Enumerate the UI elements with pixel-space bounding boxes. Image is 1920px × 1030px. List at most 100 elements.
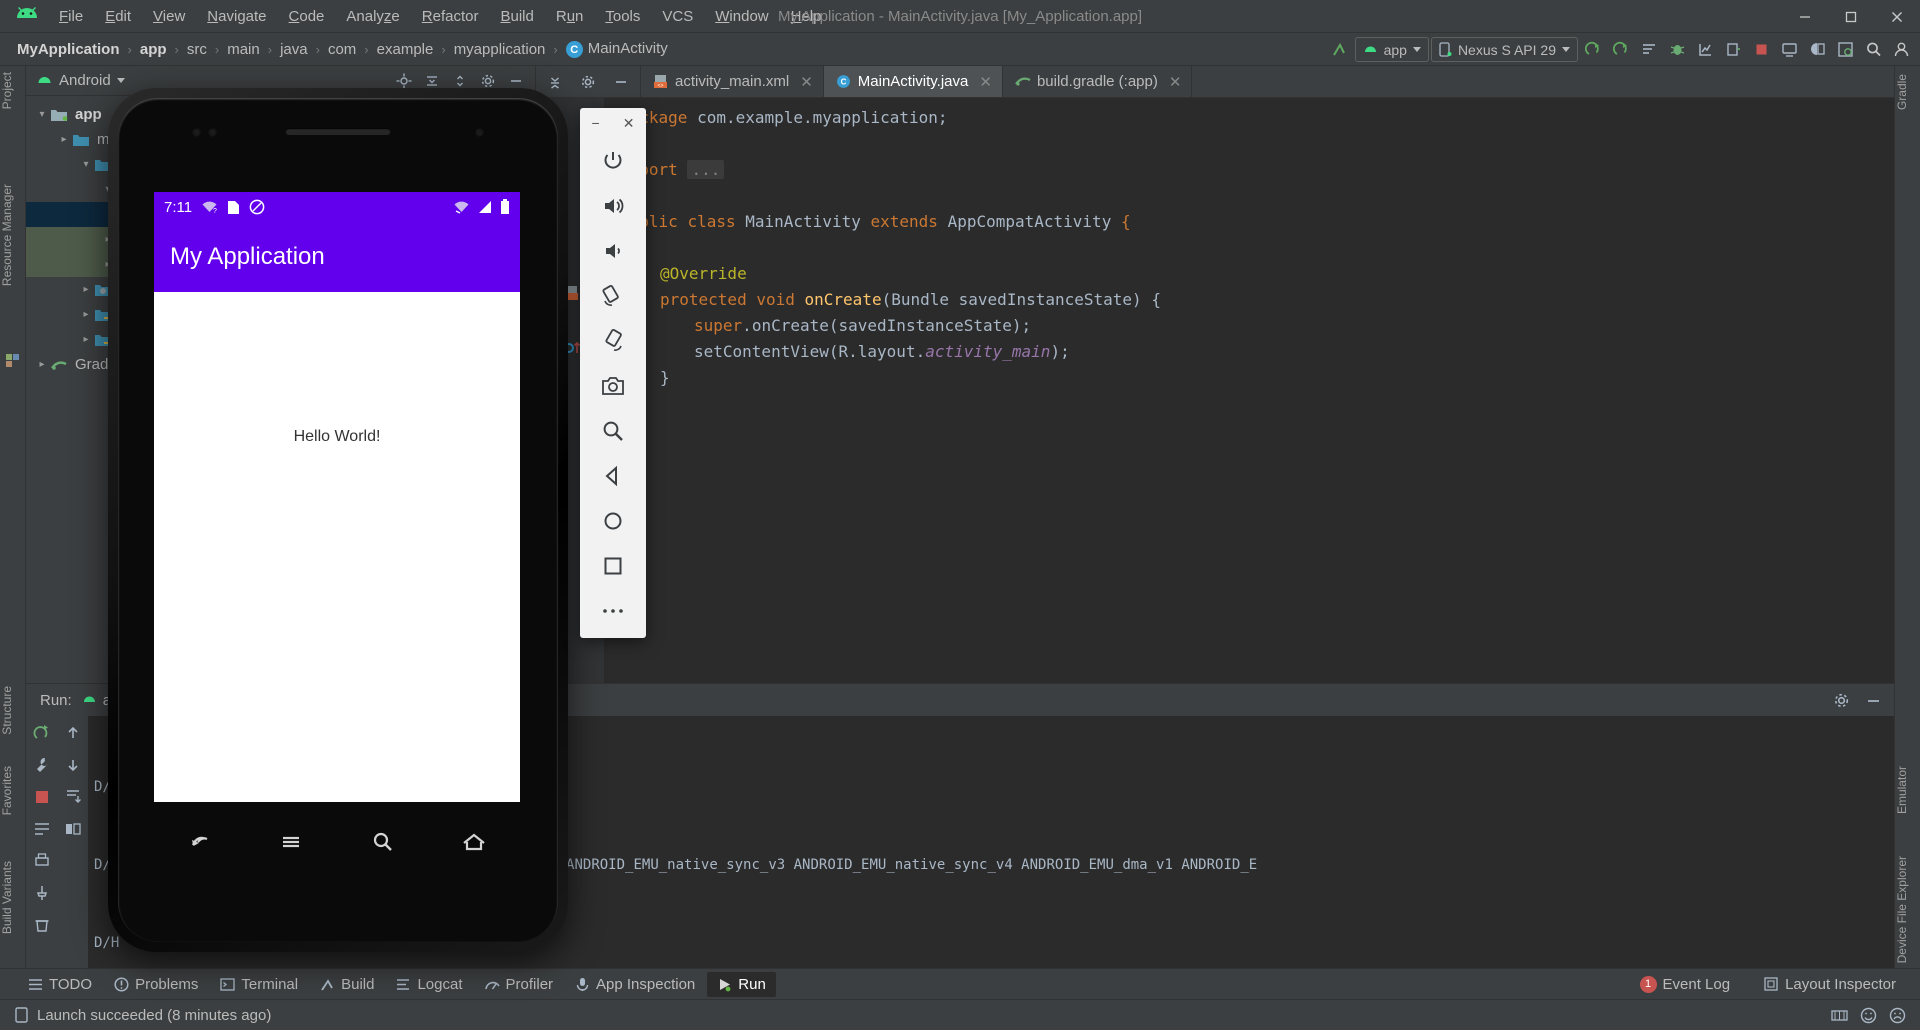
device-selector[interactable]: Nexus S API 29: [1430, 37, 1578, 62]
memory-icon[interactable]: [1831, 1008, 1848, 1023]
menu-code[interactable]: Code: [278, 5, 336, 28]
layout-inspector-button[interactable]: Layout Inspector: [1754, 972, 1906, 997]
toolwindow-run[interactable]: Run: [707, 971, 776, 997]
smiley-icon[interactable]: [1860, 1007, 1877, 1024]
back-icon[interactable]: [591, 453, 635, 498]
stop-icon[interactable]: [1748, 37, 1774, 63]
scroll-to-end-icon[interactable]: [62, 786, 84, 808]
rotate-right-icon[interactable]: [591, 318, 635, 363]
print-icon[interactable]: [31, 850, 53, 872]
home-icon[interactable]: [459, 827, 489, 857]
scroll-up-icon[interactable]: [62, 722, 84, 744]
sidebar-structure[interactable]: Structure: [0, 686, 26, 735]
layout-grid-icon[interactable]: [62, 818, 84, 840]
module-selector[interactable]: app: [1354, 37, 1429, 62]
settings-gear-icon[interactable]: [575, 69, 601, 95]
power-icon[interactable]: [591, 138, 635, 183]
hide-editor-icon[interactable]: [608, 69, 634, 95]
soft-wrap-icon[interactable]: [31, 818, 53, 840]
run-icon[interactable]: [1580, 37, 1606, 63]
breadcrumb-item-app[interactable]: app: [135, 39, 172, 60]
toolwindow-problems[interactable]: Problems: [104, 972, 208, 997]
sidebar-resource-manager[interactable]: Resource Manager: [0, 184, 26, 286]
toolwindow-profiler[interactable]: Profiler: [475, 972, 564, 997]
menu-navigate[interactable]: Navigate: [196, 5, 277, 28]
scroll-down-icon[interactable]: [62, 754, 84, 776]
chevron-right-icon[interactable]: ▸: [56, 132, 72, 148]
rerun-icon[interactable]: [1608, 37, 1634, 63]
menu-view[interactable]: View: [142, 5, 196, 28]
chevron-right-icon[interactable]: ▸: [78, 282, 94, 298]
menu-tools[interactable]: Tools: [594, 5, 651, 28]
close-icon[interactable]: ✕: [800, 73, 813, 91]
avd-manager-icon[interactable]: [1776, 37, 1802, 63]
menu-file[interactable]: File: [48, 5, 94, 28]
overview-square-icon[interactable]: [591, 543, 635, 588]
zoom-icon[interactable]: [591, 408, 635, 453]
pin-icon[interactable]: [31, 882, 53, 904]
apply-changes-icon[interactable]: [1636, 37, 1662, 63]
menu-build[interactable]: Build: [489, 5, 544, 28]
volume-down-icon[interactable]: [591, 228, 635, 273]
sdk-manager-icon[interactable]: [1804, 37, 1830, 63]
menu-analyze[interactable]: Analyze: [335, 5, 410, 28]
menu-refactor[interactable]: Refactor: [411, 5, 490, 28]
chevron-down-icon[interactable]: ▾: [34, 107, 50, 123]
stop-icon[interactable]: [31, 786, 53, 808]
app-content-area[interactable]: Hello World!: [154, 292, 520, 802]
more-options-icon[interactable]: [591, 588, 635, 633]
search-icon[interactable]: [368, 827, 398, 857]
debug-icon[interactable]: [1664, 37, 1690, 63]
volume-up-icon[interactable]: [591, 183, 635, 228]
toolwindow-logcat[interactable]: Logcat: [386, 972, 472, 997]
emulator-minimize-button[interactable]: −: [592, 115, 600, 131]
menu-vcs[interactable]: VCS: [651, 5, 704, 28]
tab-mainactivity-java[interactable]: C MainActivity.java ✕: [823, 66, 1003, 97]
home-circle-icon[interactable]: [591, 498, 635, 543]
minimize-icon[interactable]: [1860, 687, 1886, 713]
rotate-left-icon[interactable]: [591, 273, 635, 318]
wrench-icon[interactable]: [31, 754, 53, 776]
attach-debugger-icon[interactable]: [1720, 37, 1746, 63]
breadcrumb-item-mainactivity[interactable]: C MainActivity: [561, 38, 673, 61]
sidebar-project[interactable]: Project: [0, 72, 26, 109]
breadcrumb-item-java[interactable]: java: [275, 39, 313, 60]
screenshot-camera-icon[interactable]: [591, 363, 635, 408]
chevron-down-icon[interactable]: ▾: [78, 157, 94, 173]
profile-icon[interactable]: [1692, 37, 1718, 63]
sidebar-build-variants[interactable]: Build Variants: [0, 861, 26, 934]
menu-run[interactable]: Run: [545, 5, 595, 28]
menu-edit[interactable]: Edit: [94, 5, 142, 28]
chevron-right-icon[interactable]: ▸: [78, 332, 94, 348]
toolwindow-build[interactable]: Build: [310, 972, 384, 997]
sidebar-favorites[interactable]: Favorites: [0, 766, 26, 815]
rerun-icon[interactable]: [31, 722, 53, 744]
breadcrumb-item-myapplication[interactable]: myapplication: [449, 39, 551, 60]
chevron-right-icon[interactable]: ▸: [78, 307, 94, 323]
account-icon[interactable]: [1888, 37, 1914, 63]
sidebar-device-file-explorer[interactable]: Device File Explorer: [1895, 856, 1920, 963]
maximize-button[interactable]: [1828, 0, 1874, 33]
tab-build-gradle[interactable]: build.gradle (:app) ✕: [1003, 66, 1193, 97]
breadcrumb-item-com[interactable]: com: [323, 39, 361, 60]
minimize-button[interactable]: [1782, 0, 1828, 33]
emulator-screen[interactable]: 7:11 ? My Application Hello World!: [154, 192, 520, 802]
tab-activity-main-xml[interactable]: <> activity_main.xml ✕: [641, 66, 824, 97]
breadcrumb-item-main[interactable]: main: [222, 39, 265, 60]
sad-face-icon[interactable]: [1889, 1007, 1906, 1024]
emulator-close-button[interactable]: ✕: [623, 115, 635, 132]
breadcrumb-item-project[interactable]: MyApplication: [12, 39, 125, 60]
gear-icon[interactable]: [1828, 687, 1854, 713]
toolwindow-terminal[interactable]: Terminal: [210, 972, 308, 997]
emulator-toolbar[interactable]: − ✕: [580, 108, 646, 638]
close-icon[interactable]: ✕: [979, 73, 992, 91]
layout-inspector-icon[interactable]: [1832, 37, 1858, 63]
close-icon[interactable]: ✕: [1169, 73, 1182, 91]
project-view-selector[interactable]: Android: [36, 72, 125, 89]
back-icon[interactable]: [185, 827, 215, 857]
sidebar-gradle[interactable]: Gradle: [1895, 74, 1920, 110]
menu-icon[interactable]: [276, 827, 306, 857]
event-log-button[interactable]: 1 Event Log: [1630, 972, 1741, 997]
toolwindow-todo[interactable]: TODO: [18, 972, 102, 997]
sidebar-emulator[interactable]: Emulator: [1895, 766, 1920, 814]
